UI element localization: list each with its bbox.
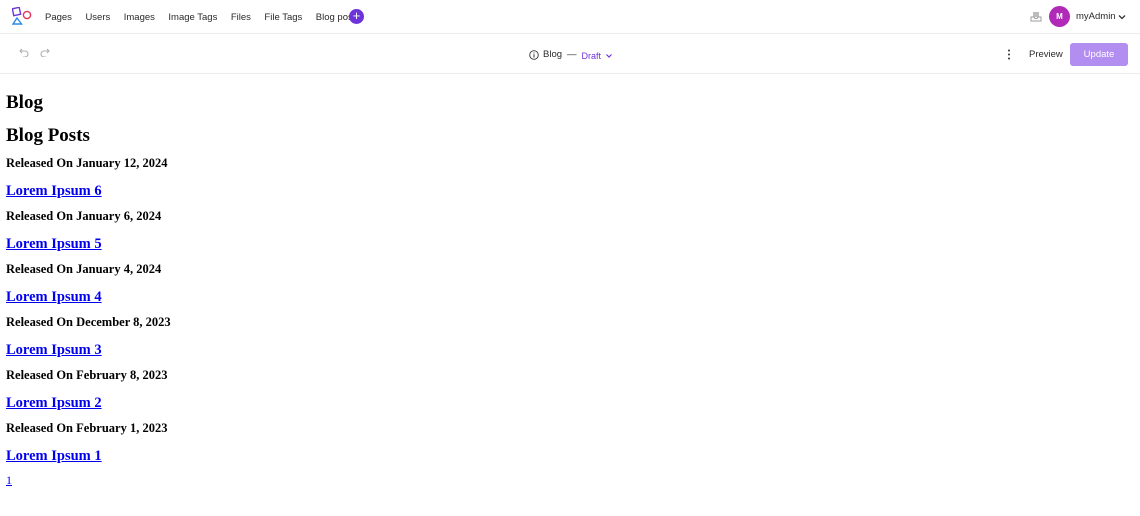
blog-post-item: Released On January 12, 2024 Lorem Ipsum…: [6, 155, 1126, 200]
undo-icon[interactable]: [19, 47, 29, 57]
post-release-date: Released On January 4, 2024: [6, 262, 162, 276]
nav-item-images[interactable]: Images: [124, 12, 155, 23]
page-heading: Blog: [6, 92, 43, 113]
nav-item-pages[interactable]: Pages: [45, 12, 72, 23]
post-title-link[interactable]: Lorem Ipsum 2: [6, 394, 1126, 412]
post-release-date: Released On December 8, 2023: [6, 315, 171, 329]
blog-post-item: Released On February 8, 2023 Lorem Ipsum…: [6, 367, 1126, 412]
pagination-link-1[interactable]: 1: [6, 473, 12, 487]
redo-icon[interactable]: [40, 47, 50, 57]
blog-post-item: Released On January 6, 2024 Lorem Ipsum …: [6, 208, 1126, 253]
blog-posts-heading: Blog Posts: [6, 125, 90, 146]
post-title-link[interactable]: Lorem Ipsum 1: [6, 447, 1126, 465]
post-title-link[interactable]: Lorem Ipsum 4: [6, 288, 1126, 306]
nav-item-users[interactable]: Users: [85, 12, 110, 23]
post-title-link[interactable]: Lorem Ipsum 3: [6, 341, 1126, 359]
editor-toolbar: Blog — Draft Preview Update: [0, 35, 1140, 74]
page-content: Blog Blog Posts Released On January 12, …: [6, 74, 1126, 489]
user-name[interactable]: myAdmin: [1076, 0, 1116, 34]
plus-icon: +: [352, 8, 361, 23]
post-release-date: Released On February 1, 2023: [6, 421, 168, 435]
add-button[interactable]: +: [349, 9, 364, 24]
blog-post-item: Released On January 4, 2024 Lorem Ipsum …: [6, 261, 1126, 306]
post-release-date: Released On January 6, 2024: [6, 209, 162, 223]
chevron-down-icon[interactable]: [1118, 13, 1126, 21]
blog-post-item: Released On February 1, 2023 Lorem Ipsum…: [6, 420, 1126, 465]
document-title-group: Blog — Draft: [529, 35, 613, 74]
status-dropdown[interactable]: Draft: [582, 51, 602, 61]
document-title: Blog: [543, 49, 563, 60]
top-navigation-bar: Pages Users Images Image Tags Files File…: [0, 0, 1140, 34]
chevron-down-icon[interactable]: [605, 52, 613, 60]
title-separator: —: [567, 49, 577, 60]
info-icon[interactable]: [529, 49, 539, 60]
blog-post-item: Released On December 8, 2023 Lorem Ipsum…: [6, 314, 1126, 359]
user-avatar[interactable]: M: [1049, 6, 1070, 27]
post-title-link[interactable]: Lorem Ipsum 6: [6, 182, 1126, 200]
nav-item-files[interactable]: Files: [231, 12, 251, 23]
post-title-link[interactable]: Lorem Ipsum 5: [6, 235, 1126, 253]
inbox-tray-icon[interactable]: [1030, 11, 1042, 22]
nav-item-file-tags[interactable]: File Tags: [264, 12, 302, 23]
nav-item-image-tags[interactable]: Image Tags: [168, 12, 217, 23]
main-nav: Pages Users Images Image Tags Files File…: [45, 0, 369, 34]
preview-button[interactable]: Preview: [1022, 43, 1070, 66]
app-logo-icon[interactable]: [12, 7, 32, 25]
post-release-date: Released On February 8, 2023: [6, 368, 168, 382]
update-button[interactable]: Update: [1070, 43, 1128, 66]
post-release-date: Released On January 12, 2024: [6, 156, 168, 170]
more-options-icon[interactable]: [1005, 49, 1013, 60]
